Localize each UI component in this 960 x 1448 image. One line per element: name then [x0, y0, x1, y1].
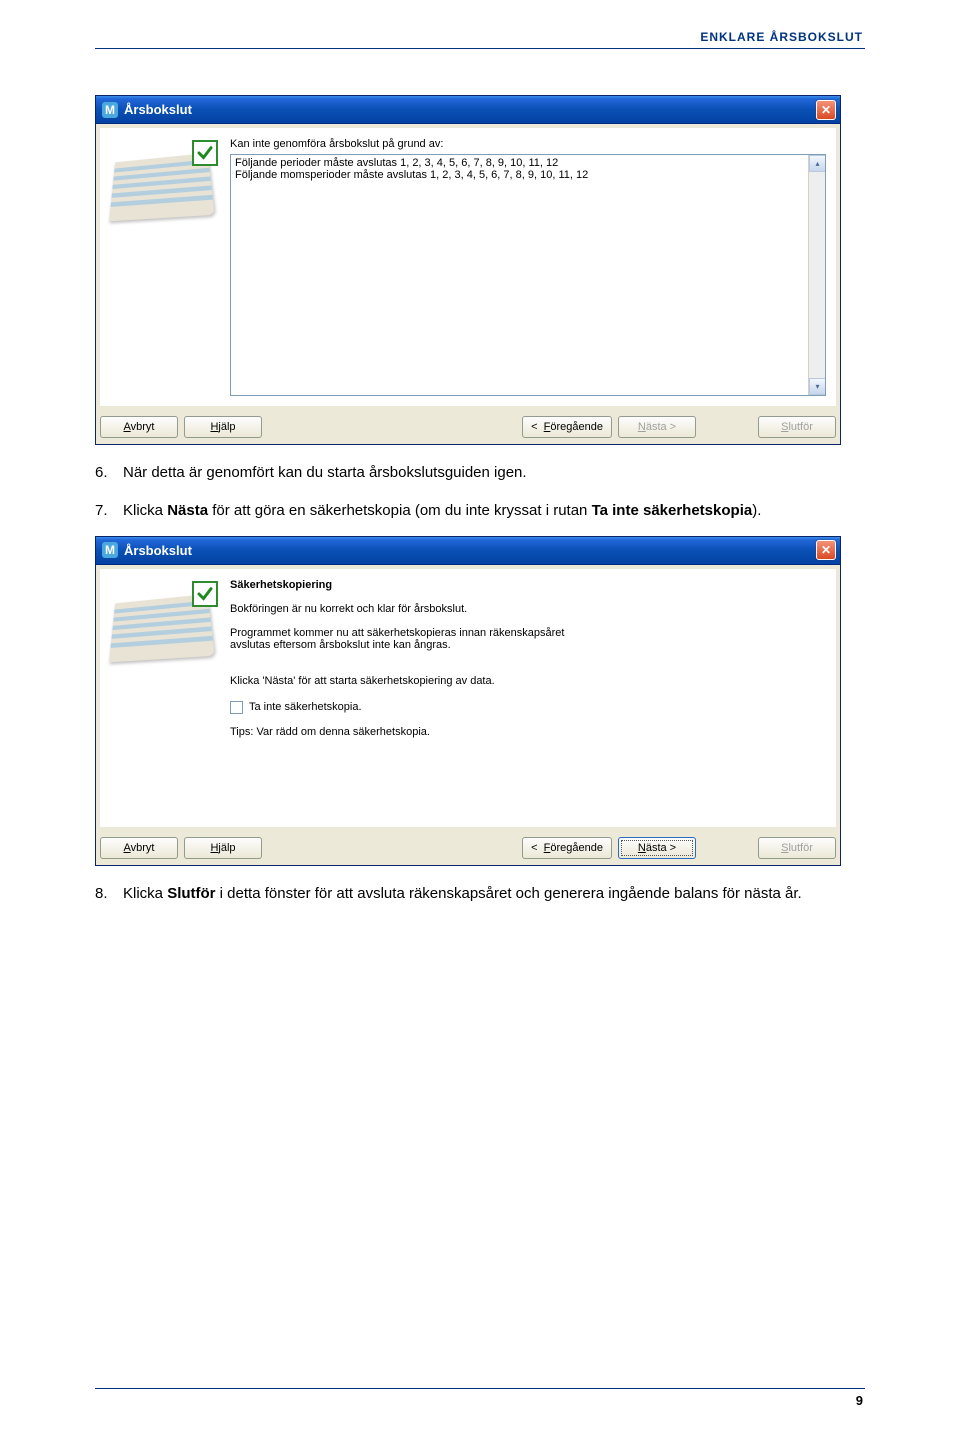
- close-icon[interactable]: ✕: [816, 540, 836, 560]
- dialog-arsbokslut-error: M Årsbokslut ✕ Kan inte genomföra årsbok…: [95, 95, 841, 445]
- backup-text: Klicka 'Nästa' för att starta säkerhetsk…: [230, 675, 826, 687]
- list-item: Följande perioder måste avslutas 1, 2, 3…: [235, 157, 821, 169]
- error-prompt: Kan inte genomföra årsbokslut på grund a…: [230, 138, 826, 150]
- backup-text: Programmet kommer nu att säkerhetskopier…: [230, 627, 826, 639]
- step-7-text: 7.Klicka Nästa för att göra en säkerhets…: [95, 501, 865, 521]
- next-button[interactable]: Nästa >: [618, 416, 696, 438]
- footer-rule: [95, 1388, 865, 1389]
- button-bar: Avbryt Hjälp < Föregående Nästa > Slutfö…: [96, 831, 840, 865]
- window-title: Årsbokslut: [124, 543, 816, 558]
- help-button[interactable]: Hjälp: [184, 837, 262, 859]
- previous-button[interactable]: < Föregående: [522, 416, 612, 438]
- previous-button[interactable]: < Föregående: [522, 837, 612, 859]
- scroll-up-icon[interactable]: ▴: [809, 155, 826, 172]
- button-bar: Avbryt Hjälp < Föregående Nästa > Slutfö…: [96, 410, 840, 444]
- next-button[interactable]: Nästa >: [618, 837, 696, 859]
- close-icon[interactable]: ✕: [816, 100, 836, 120]
- cancel-button[interactable]: Avbryt: [100, 416, 178, 438]
- list-item: Följande momsperioder måste avslutas 1, …: [235, 169, 821, 181]
- dialog-body: Säkerhetskopiering Bokföringen är nu kor…: [100, 569, 836, 827]
- cancel-button[interactable]: Avbryt: [100, 837, 178, 859]
- backup-heading: Säkerhetskopiering: [230, 579, 826, 591]
- page-number: 9: [95, 1393, 865, 1408]
- backup-text: Bokföringen är nu korrekt och klar för å…: [230, 603, 826, 615]
- error-listbox[interactable]: Följande perioder måste avslutas 1, 2, 3…: [230, 154, 826, 396]
- dialog-arsbokslut-backup: M Årsbokslut ✕ Säkerhetskopiering Bokför…: [95, 536, 841, 866]
- skip-backup-checkbox[interactable]: [230, 701, 243, 714]
- scroll-down-icon[interactable]: ▾: [809, 378, 826, 395]
- app-icon: M: [102, 542, 118, 558]
- titlebar: M Årsbokslut ✕: [96, 537, 840, 565]
- book-icon: [110, 140, 218, 226]
- step-8-text: 8.Klicka Slutför i detta fönster för att…: [95, 884, 865, 904]
- backup-tip: Tips: Var rädd om denna säkerhetskopia.: [230, 726, 826, 738]
- finish-button[interactable]: Slutför: [758, 837, 836, 859]
- book-icon: [110, 581, 218, 667]
- page-footer: 9: [95, 1388, 865, 1408]
- titlebar: M Årsbokslut ✕: [96, 96, 840, 124]
- document-header: ENKLARE ÅRSBOKSLUT: [95, 0, 865, 44]
- window-title: Årsbokslut: [124, 102, 816, 117]
- scrollbar[interactable]: ▴ ▾: [808, 155, 825, 395]
- checkmark-icon: [192, 581, 218, 607]
- checkmark-icon: [192, 140, 218, 166]
- finish-button[interactable]: Slutför: [758, 416, 836, 438]
- header-rule: [95, 48, 865, 49]
- backup-text: avslutas eftersom årsbokslut inte kan ån…: [230, 639, 826, 651]
- dialog-body: Kan inte genomföra årsbokslut på grund a…: [100, 128, 836, 406]
- step-6-text: 6.När detta är genomfört kan du starta å…: [95, 463, 865, 483]
- help-button[interactable]: Hjälp: [184, 416, 262, 438]
- app-icon: M: [102, 102, 118, 118]
- checkbox-label: Ta inte säkerhetskopia.: [249, 701, 362, 713]
